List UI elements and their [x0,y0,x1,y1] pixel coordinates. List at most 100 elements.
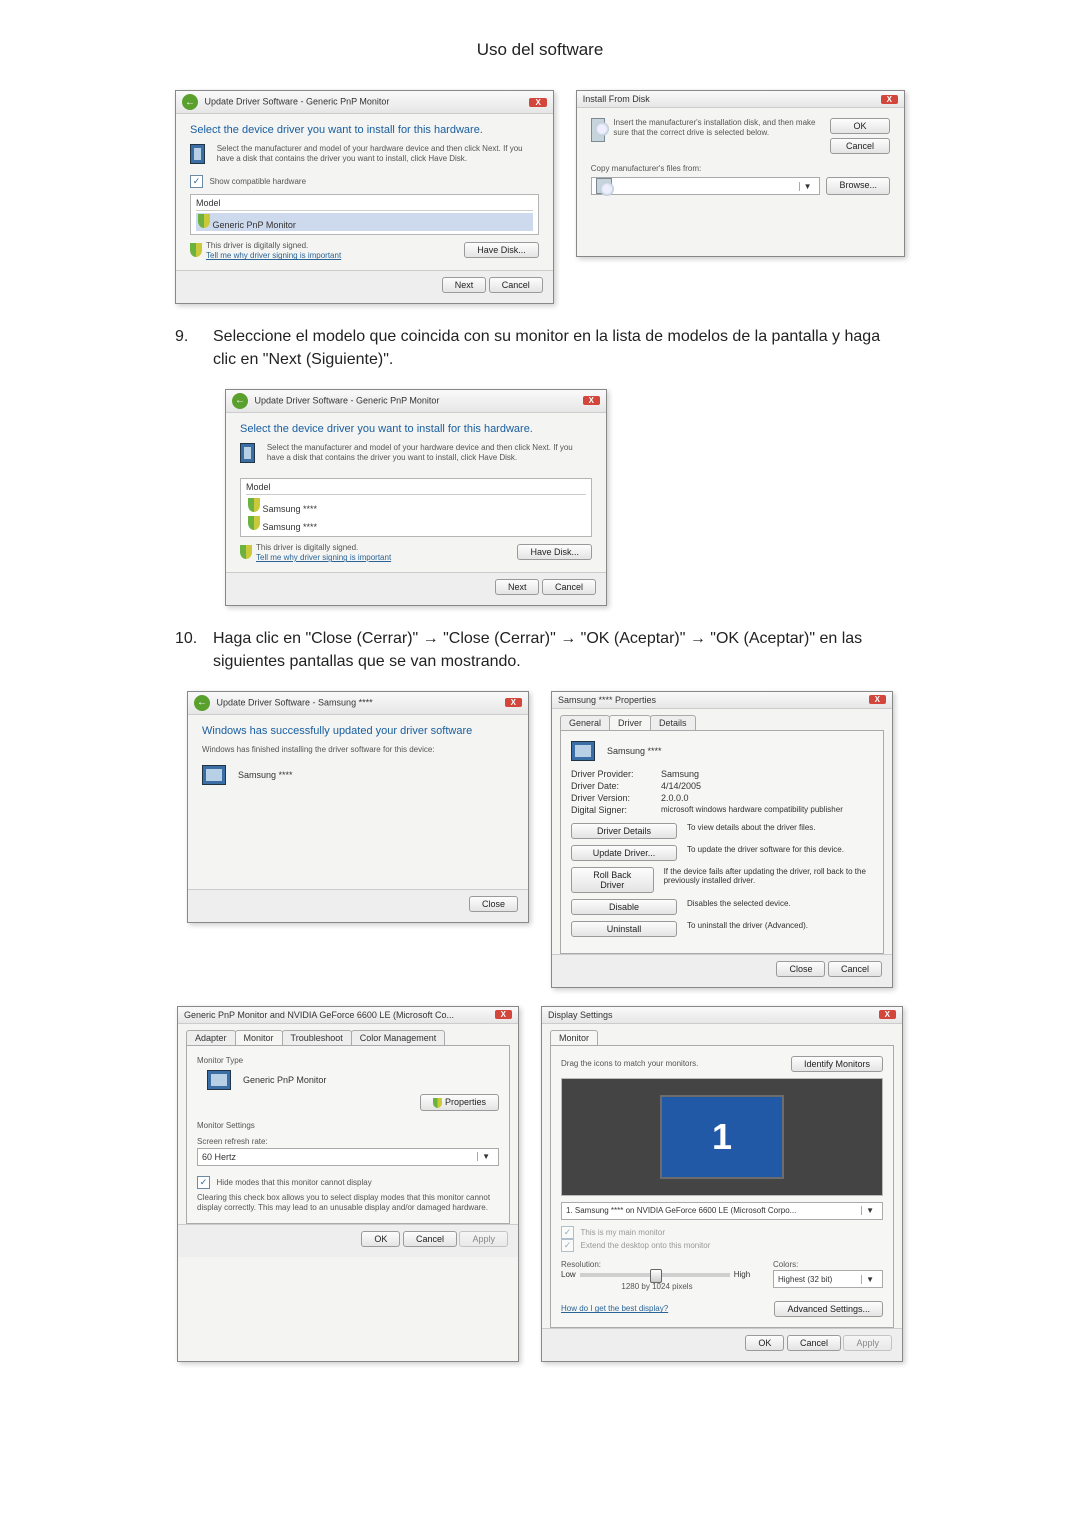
back-icon[interactable]: ← [232,393,248,409]
close-icon[interactable]: X [881,95,898,104]
dialog-title: Samsung **** Properties [558,695,656,705]
desc-text: To view details about the driver files. [687,823,816,839]
ok-button[interactable]: OK [361,1231,400,1247]
close-button[interactable]: Close [469,896,518,912]
cancel-button[interactable]: Cancel [542,579,596,595]
prop-label: Driver Provider: [571,769,661,779]
back-icon[interactable]: ← [194,695,210,711]
prop-label: Digital Signer: [571,805,661,815]
prop-value: 4/14/2005 [661,781,701,791]
tab-monitor[interactable]: Monitor [550,1030,598,1045]
dialog-header: Update Driver Software - Generic PnP Mon… [255,395,440,405]
dialog-title: Generic PnP Monitor and NVIDIA GeForce 6… [184,1010,454,1020]
monitor-properties-dialog: Generic PnP Monitor and NVIDIA GeForce 6… [177,1006,519,1362]
tab-monitor[interactable]: Monitor [235,1030,283,1045]
success-sub: Windows has finished installing the driv… [202,745,514,755]
cancel-button[interactable]: Cancel [787,1335,841,1351]
chevron-down-icon[interactable]: ▼ [861,1206,878,1215]
rollback-button[interactable]: Roll Back Driver [571,867,654,893]
slider-low-label: Low [561,1270,576,1279]
model-item[interactable]: Samsung **** [246,497,586,515]
hide-modes-checkbox[interactable]: ✓ [197,1176,210,1189]
close-icon[interactable]: X [869,695,886,704]
show-compat-checkbox[interactable]: ✓ [190,175,203,188]
identify-monitors-button[interactable]: Identify Monitors [791,1056,883,1072]
ok-button[interactable]: OK [830,118,890,134]
model-list[interactable]: Model Generic PnP Monitor [190,194,539,235]
close-icon[interactable]: X [583,396,600,405]
model-item[interactable]: Generic PnP Monitor [196,213,533,231]
cancel-button[interactable]: Cancel [828,961,882,977]
model-item[interactable]: Samsung **** [246,515,586,533]
chevron-down-icon[interactable]: ▼ [799,182,816,191]
close-icon[interactable]: X [505,698,522,707]
properties-button[interactable]: Properties [420,1094,499,1111]
disk-icon [596,178,612,194]
shield-icon [248,516,260,530]
desc-text: To update the driver software for this d… [687,845,844,861]
monitor-icon [207,1070,231,1090]
monitor-icon [190,144,205,164]
disk-icon [591,118,606,142]
path-field[interactable]: ▼ [591,177,821,195]
tab-general[interactable]: General [560,715,610,730]
close-icon[interactable]: X [495,1010,512,1019]
prop-value: microsoft windows hardware compatibility… [661,805,843,815]
slider-high-label: High [734,1270,750,1279]
disable-button[interactable]: Disable [571,899,677,915]
hide-modes-desc: Clearing this check box allows you to se… [197,1193,499,1214]
model-list[interactable]: Model Samsung **** Samsung **** [240,478,592,537]
tab-color-management[interactable]: Color Management [351,1030,446,1045]
back-icon[interactable]: ← [182,94,198,110]
dialog-header: Update Driver Software - Generic PnP Mon… [205,97,390,107]
signing-link[interactable]: Tell me why driver signing is important [206,251,460,260]
tab-driver[interactable]: Driver [609,715,651,730]
install-from-disk-dialog: Install From Disk X Insert the manufactu… [576,90,905,257]
ok-button[interactable]: OK [745,1335,784,1351]
update-driver-button[interactable]: Update Driver... [571,845,677,861]
dialog-heading: Select the device driver you want to ins… [240,423,592,435]
device-name: Samsung **** [607,746,662,756]
device-name: Samsung **** [238,770,293,780]
have-disk-button[interactable]: Have Disk... [517,544,592,560]
close-icon[interactable]: X [529,98,546,107]
chevron-down-icon[interactable]: ▼ [861,1275,878,1284]
signed-text: This driver is digitally signed. [206,241,460,251]
colors-label: Colors: [773,1260,883,1270]
tab-adapter[interactable]: Adapter [186,1030,236,1045]
display-settings-dialog: Display Settings X Monitor Drag the icon… [541,1006,903,1362]
monitor-preview[interactable]: 1 [660,1095,784,1179]
instruction-text: Select the manufacturer and model of you… [217,144,539,165]
tab-details[interactable]: Details [650,715,696,730]
next-button[interactable]: Next [495,579,540,595]
driver-details-button[interactable]: Driver Details [571,823,677,839]
instruction-text: Select the manufacturer and model of you… [267,443,592,464]
browse-button[interactable]: Browse... [826,177,890,195]
model-header: Model [246,482,586,495]
resolution-slider[interactable] [580,1273,730,1277]
signing-link[interactable]: Tell me why driver signing is important [256,553,513,562]
cancel-button[interactable]: Cancel [830,138,890,154]
cancel-button[interactable]: Cancel [489,277,543,293]
cancel-button[interactable]: Cancel [403,1231,457,1247]
have-disk-button[interactable]: Have Disk... [464,242,539,258]
step-9: 9. Seleccione el modelo que coincida con… [175,326,905,371]
refresh-rate-label: Screen refresh rate: [197,1137,499,1147]
uninstall-button[interactable]: Uninstall [571,921,677,937]
chevron-down-icon[interactable]: ▼ [477,1152,494,1161]
hide-modes-label: Hide modes that this monitor cannot disp… [217,1178,372,1187]
next-button[interactable]: Next [442,277,487,293]
advanced-settings-button[interactable]: Advanced Settings... [774,1301,883,1317]
shield-icon [433,1098,442,1108]
monitor-select[interactable]: 1. Samsung **** on NVIDIA GeForce 6600 L… [561,1202,883,1220]
shield-icon [190,243,202,257]
best-display-link[interactable]: How do I get the best display? [561,1304,668,1313]
close-button[interactable]: Close [776,961,825,977]
colors-select[interactable]: Highest (32 bit) ▼ [773,1270,883,1288]
close-icon[interactable]: X [879,1010,896,1019]
tab-troubleshoot[interactable]: Troubleshoot [282,1030,352,1045]
refresh-rate-select[interactable]: 60 Hertz ▼ [197,1148,499,1166]
shield-icon [240,545,252,559]
extend-desktop-label: Extend the desktop onto this monitor [581,1241,711,1250]
resolution-value: 1280 by 1024 pixels [561,1282,753,1292]
